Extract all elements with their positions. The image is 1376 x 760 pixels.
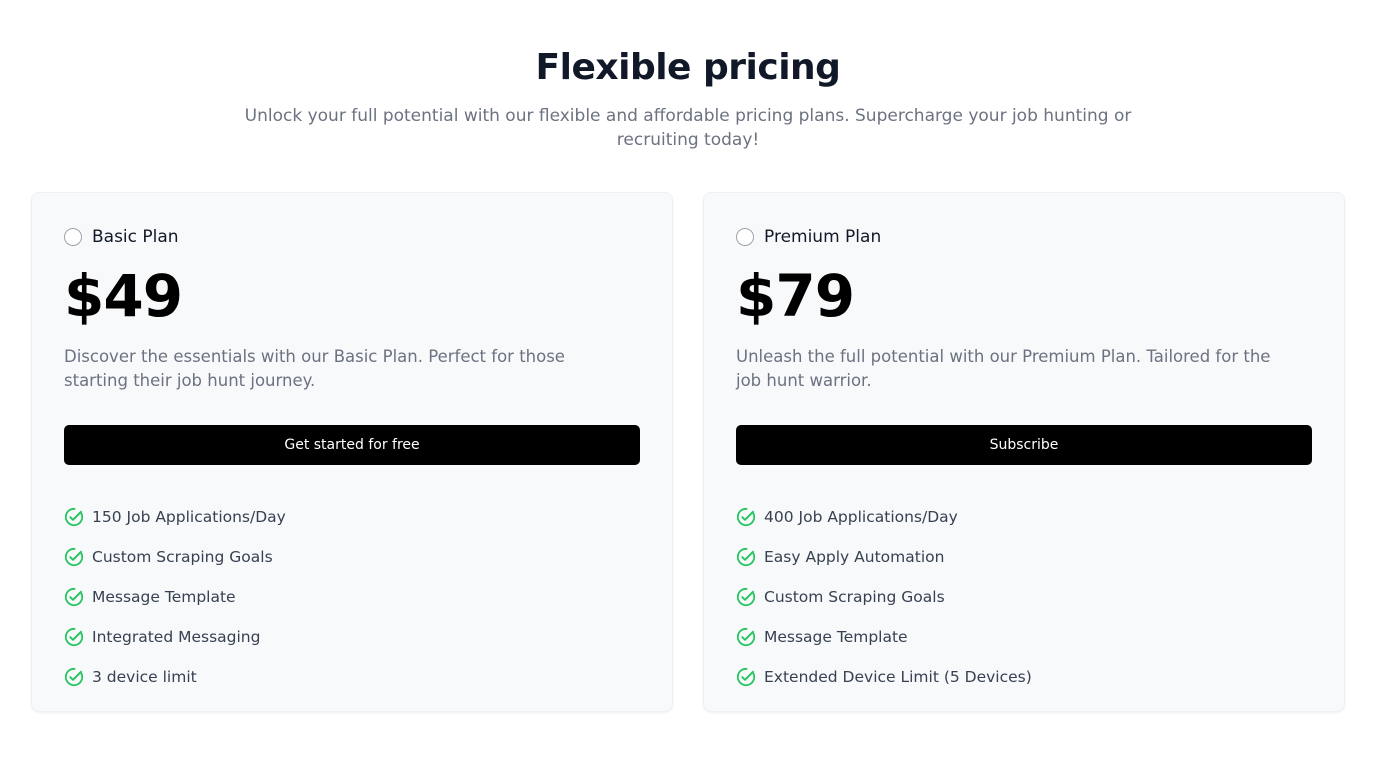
feature-label: Message Template: [92, 588, 236, 606]
check-circle-icon: [64, 667, 84, 687]
feature-label: Integrated Messaging: [92, 628, 261, 646]
check-circle-icon: [736, 507, 756, 527]
feature-label: Extended Device Limit (5 Devices): [764, 668, 1032, 686]
feature-item: 400 Job Applications/Day: [736, 497, 1032, 537]
get-started-button[interactable]: Get started for free: [64, 425, 640, 465]
feature-label: Custom Scraping Goals: [92, 548, 273, 566]
feature-label: Easy Apply Automation: [764, 548, 945, 566]
feature-list: 400 Job Applications/Day Easy Apply Auto…: [736, 497, 1032, 697]
plan-card-premium: Premium Plan $79 Unleash the full potent…: [703, 192, 1345, 712]
plan-price: $49: [64, 262, 183, 330]
check-circle-icon: [64, 547, 84, 567]
feature-item: Integrated Messaging: [64, 617, 286, 657]
feature-item: Custom Scraping Goals: [64, 537, 286, 577]
page-title: Flexible pricing: [535, 47, 841, 88]
plan-radio-button[interactable]: [64, 228, 82, 246]
check-circle-icon: [736, 587, 756, 607]
feature-item: Easy Apply Automation: [736, 537, 1032, 577]
feature-label: Custom Scraping Goals: [764, 588, 945, 606]
plan-name: Basic Plan: [92, 227, 179, 247]
check-circle-icon: [736, 547, 756, 567]
feature-list: 150 Job Applications/Day Custom Scraping…: [64, 497, 286, 697]
check-circle-icon: [736, 627, 756, 647]
feature-label: 150 Job Applications/Day: [92, 508, 286, 526]
check-circle-icon: [64, 507, 84, 527]
plan-header: Basic Plan: [64, 226, 179, 248]
plan-card-basic: Basic Plan $49 Discover the essentials w…: [31, 192, 673, 712]
page-subtitle: Unlock your full potential with our flex…: [244, 106, 1132, 150]
subscribe-button[interactable]: Subscribe: [736, 425, 1312, 465]
check-circle-icon: [736, 667, 756, 687]
plan-radio-button[interactable]: [736, 228, 754, 246]
feature-item: 150 Job Applications/Day: [64, 497, 286, 537]
feature-item: Message Template: [64, 577, 286, 617]
plan-header: Premium Plan: [736, 226, 881, 248]
check-circle-icon: [64, 627, 84, 647]
feature-item: Message Template: [736, 617, 1032, 657]
feature-item: Custom Scraping Goals: [736, 577, 1032, 617]
plan-price: $79: [736, 262, 855, 330]
check-circle-icon: [64, 587, 84, 607]
feature-label: Message Template: [764, 628, 908, 646]
feature-label: 3 device limit: [92, 668, 197, 686]
feature-label: 400 Job Applications/Day: [764, 508, 958, 526]
feature-item: Extended Device Limit (5 Devices): [736, 657, 1032, 697]
plan-description: Unleash the full potential with our Prem…: [736, 347, 1271, 390]
plan-description: Discover the essentials with our Basic P…: [64, 347, 565, 390]
plan-name: Premium Plan: [764, 227, 882, 247]
feature-item: 3 device limit: [64, 657, 286, 697]
